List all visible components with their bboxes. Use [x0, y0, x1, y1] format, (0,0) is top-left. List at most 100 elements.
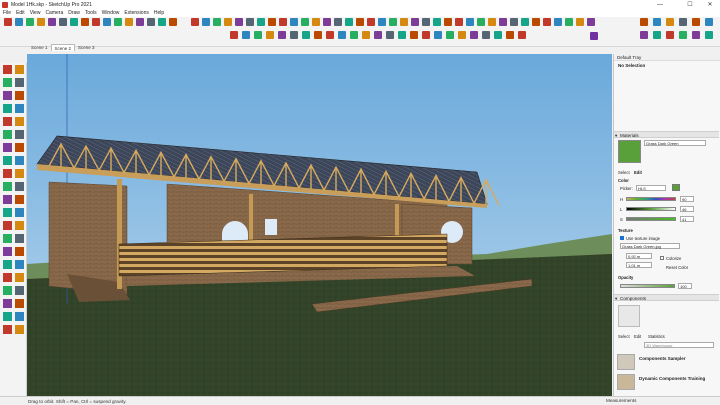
menu-help[interactable]: Help: [154, 10, 164, 16]
tool-icon[interactable]: [3, 247, 12, 256]
toolbar-tool-icon[interactable]: [374, 31, 382, 39]
toolbar-tool-icon[interactable]: [235, 18, 243, 26]
toolbar-tool-icon[interactable]: [666, 31, 674, 39]
toolbar-tool-icon[interactable]: [191, 18, 199, 26]
close-icon[interactable]: ✕: [700, 0, 720, 9]
toolbar-tool-icon[interactable]: [400, 18, 408, 26]
tool-icon[interactable]: [3, 325, 12, 334]
tool-icon[interactable]: [3, 208, 12, 217]
menu-tools[interactable]: Tools: [85, 10, 97, 16]
tool-icon[interactable]: [3, 91, 12, 100]
toolbar-tool-icon[interactable]: [653, 18, 661, 26]
material-name-field[interactable]: Grass Dark Green: [644, 140, 706, 146]
extension-icon[interactable]: [590, 32, 598, 40]
list-item[interactable]: Components Sampler: [617, 354, 717, 370]
opacity-value[interactable]: 100: [678, 283, 692, 289]
lightness-slider[interactable]: [626, 207, 676, 211]
tool-icon[interactable]: [15, 286, 24, 295]
toolbar-tool-icon[interactable]: [679, 18, 687, 26]
toolbar-tool-icon[interactable]: [158, 18, 166, 26]
toolbar-tool-icon[interactable]: [640, 31, 648, 39]
texture-width-field[interactable]: 0,92 m: [626, 253, 652, 259]
toolbar-tool-icon[interactable]: [518, 31, 526, 39]
toolbar-tool-icon[interactable]: [543, 18, 551, 26]
tool-icon[interactable]: [3, 234, 12, 243]
toolbar-tool-icon[interactable]: [278, 31, 286, 39]
menu-draw[interactable]: Draw: [68, 10, 80, 16]
toolbar-tool-icon[interactable]: [466, 18, 474, 26]
toolbar-tool-icon[interactable]: [433, 18, 441, 26]
toolbar-tool-icon[interactable]: [410, 31, 418, 39]
toolbar-tool-icon[interactable]: [510, 18, 518, 26]
menu-extensions[interactable]: Extensions: [124, 10, 148, 16]
tool-icon[interactable]: [15, 299, 24, 308]
tool-icon[interactable]: [3, 221, 12, 230]
toolbar-tool-icon[interactable]: [455, 18, 463, 26]
toolbar-tool-icon[interactable]: [692, 18, 700, 26]
colorize-checkbox[interactable]: [660, 256, 664, 260]
toolbar-tool-icon[interactable]: [653, 31, 661, 39]
toolbar-tool-icon[interactable]: [202, 18, 210, 26]
tool-icon[interactable]: [15, 78, 24, 87]
tab-edit[interactable]: Edit: [634, 170, 642, 175]
toolbar-tool-icon[interactable]: [37, 18, 45, 26]
toolbar-tool-icon[interactable]: [356, 18, 364, 26]
toolbar-tool-icon[interactable]: [499, 18, 507, 26]
toolbar-tool-icon[interactable]: [587, 18, 595, 26]
toolbar-tool-icon[interactable]: [477, 18, 485, 26]
tool-icon[interactable]: [3, 260, 12, 269]
tool-icon[interactable]: [15, 221, 24, 230]
toolbar-tool-icon[interactable]: [338, 31, 346, 39]
tool-icon[interactable]: [15, 156, 24, 165]
tool-icon[interactable]: [3, 130, 12, 139]
tool-icon[interactable]: [15, 312, 24, 321]
toolbar-tool-icon[interactable]: [312, 18, 320, 26]
toolbar-tool-icon[interactable]: [367, 18, 375, 26]
toolbar-tool-icon[interactable]: [125, 18, 133, 26]
toolbar-tool-icon[interactable]: [92, 18, 100, 26]
h-value[interactable]: 90: [680, 196, 694, 202]
tool-icon[interactable]: [15, 182, 24, 191]
s-value[interactable]: 41: [680, 216, 694, 222]
toolbar-tool-icon[interactable]: [705, 18, 713, 26]
tool-icon[interactable]: [15, 195, 24, 204]
tool-icon[interactable]: [15, 143, 24, 152]
toolbar-tool-icon[interactable]: [398, 31, 406, 39]
toolbar-tool-icon[interactable]: [666, 18, 674, 26]
saturation-slider[interactable]: [626, 217, 676, 221]
toolbar-tool-icon[interactable]: [26, 18, 34, 26]
toolbar-tool-icon[interactable]: [389, 18, 397, 26]
tool-icon[interactable]: [3, 195, 12, 204]
toolbar-tool-icon[interactable]: [378, 18, 386, 26]
toolbar-tool-icon[interactable]: [470, 31, 478, 39]
l-value[interactable]: 46: [680, 206, 694, 212]
tool-icon[interactable]: [3, 286, 12, 295]
toolbar-tool-icon[interactable]: [334, 18, 342, 26]
toolbar-tool-icon[interactable]: [302, 31, 310, 39]
toolbar-tool-icon[interactable]: [434, 31, 442, 39]
toolbar-tool-icon[interactable]: [565, 18, 573, 26]
menu-view[interactable]: View: [30, 10, 41, 16]
tool-icon[interactable]: [15, 273, 24, 282]
tool-icon[interactable]: [15, 104, 24, 113]
tool-icon[interactable]: [15, 208, 24, 217]
tool-icon[interactable]: [15, 247, 24, 256]
toolbar-tool-icon[interactable]: [213, 18, 221, 26]
toolbar-tool-icon[interactable]: [640, 18, 648, 26]
menu-camera[interactable]: Camera: [45, 10, 63, 16]
tool-icon[interactable]: [3, 312, 12, 321]
comp-tab-statistics[interactable]: Statistics: [648, 334, 665, 339]
tool-icon[interactable]: [3, 117, 12, 126]
toolbar-tool-icon[interactable]: [169, 18, 177, 26]
toolbar-tool-icon[interactable]: [4, 18, 12, 26]
menu-window[interactable]: Window: [102, 10, 120, 16]
tool-icon[interactable]: [3, 169, 12, 178]
toolbar-tool-icon[interactable]: [444, 18, 452, 26]
toolbar-tool-icon[interactable]: [279, 18, 287, 26]
toolbar-tool-icon[interactable]: [521, 18, 529, 26]
toolbar-tool-icon[interactable]: [114, 18, 122, 26]
picker-select[interactable]: HLS: [636, 185, 666, 191]
toolbar-tool-icon[interactable]: [81, 18, 89, 26]
menu-file[interactable]: File: [3, 10, 11, 16]
opacity-slider[interactable]: [620, 284, 675, 288]
